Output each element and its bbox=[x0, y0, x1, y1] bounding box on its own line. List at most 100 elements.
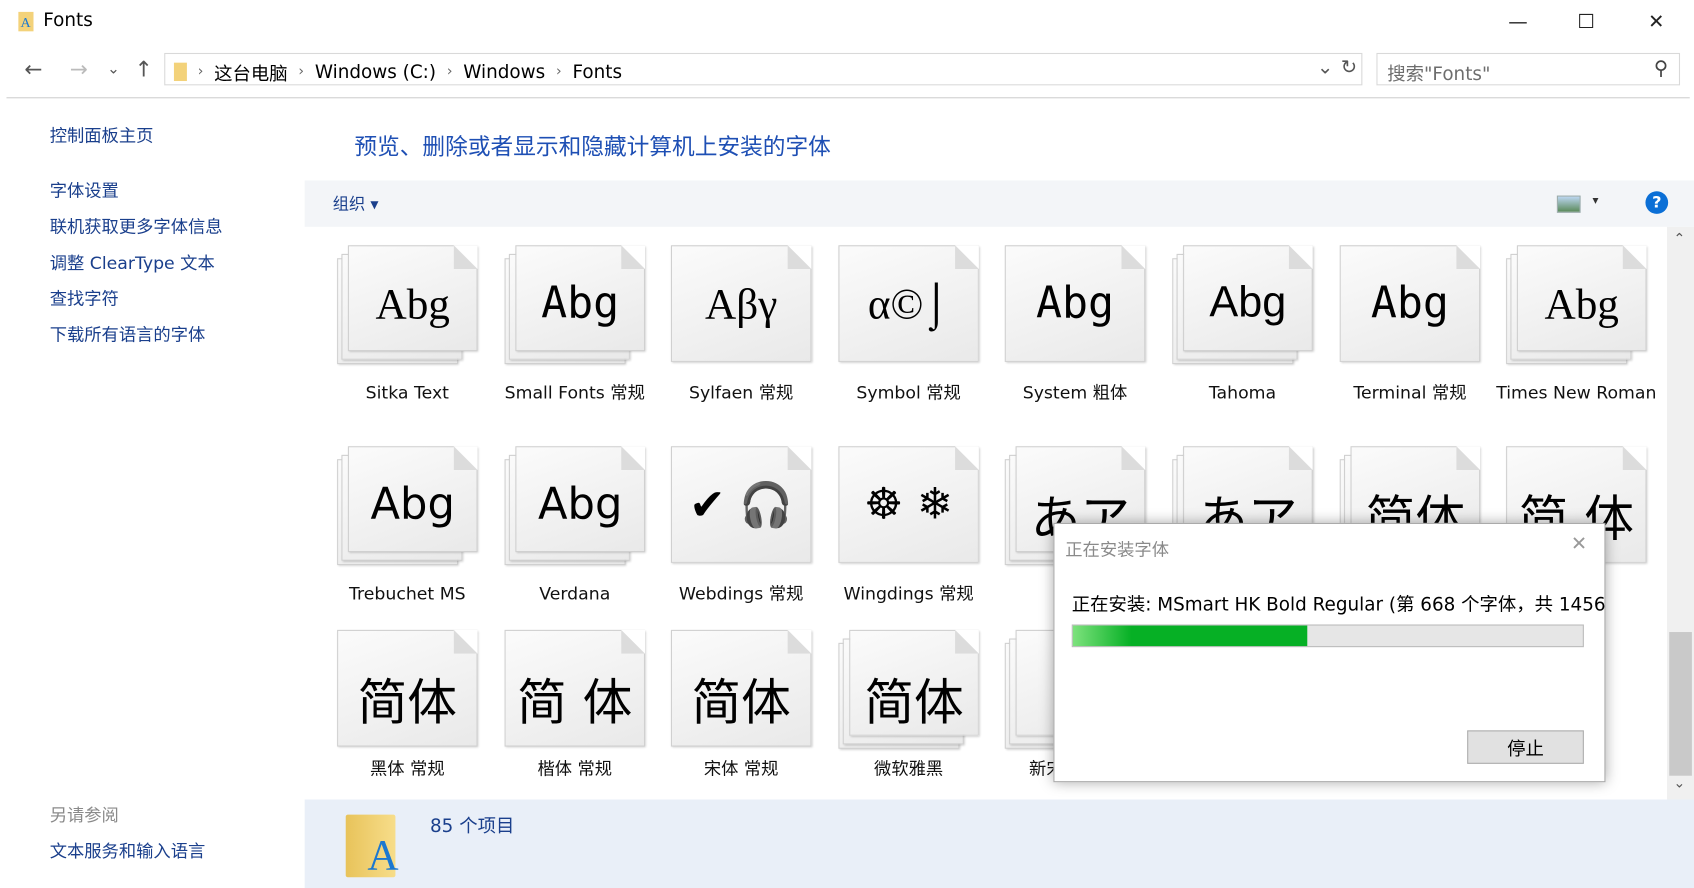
back-button[interactable]: ← bbox=[18, 54, 48, 84]
font-file-icon: Abg bbox=[504, 446, 645, 566]
font-preview-page: Abg bbox=[515, 446, 645, 553]
font-item[interactable]: 简 体楷体 常规 bbox=[492, 629, 658, 800]
fonts-folder-icon: A bbox=[18, 11, 34, 32]
refresh-button[interactable]: ↻ bbox=[1341, 56, 1357, 79]
page-fold bbox=[1288, 245, 1313, 270]
sidebar-item-download-all-fonts[interactable]: 下载所有语言的字体 bbox=[50, 320, 206, 346]
scroll-up-icon[interactable]: ⌃ bbox=[1674, 231, 1686, 247]
organize-menu[interactable]: 组织 ▾ bbox=[333, 192, 379, 215]
chevron-right-icon: › bbox=[298, 63, 305, 80]
font-name: Times New Roman bbox=[1496, 382, 1657, 403]
page-title: 预览、删除或者显示和隐藏计算机上安装的字体 bbox=[354, 133, 831, 160]
font-name: 微软雅黑 bbox=[874, 758, 944, 779]
font-sample: Abg bbox=[1209, 278, 1287, 327]
font-sample: ☸ ❄ bbox=[864, 479, 953, 530]
font-sample: 简体 bbox=[357, 673, 458, 732]
font-file-icon: Abg bbox=[337, 245, 478, 365]
font-item[interactable]: α©⌡ Symbol 常规 bbox=[825, 245, 991, 429]
search-icon[interactable]: ⚲ bbox=[1654, 57, 1668, 80]
chevron-right-icon: › bbox=[446, 63, 453, 80]
font-name: Sylfaen 常规 bbox=[688, 382, 794, 403]
dialog-close-button[interactable]: ✕ bbox=[1571, 533, 1587, 556]
font-sample: α©⌡ bbox=[867, 279, 950, 329]
font-name: Wingdings 常规 bbox=[843, 583, 974, 604]
font-preview-page: Abg bbox=[347, 245, 478, 352]
font-item[interactable]: ☸ ❄ Wingdings 常规 bbox=[825, 446, 991, 630]
command-bar: 组织 ▾ ▾ ? bbox=[304, 180, 1694, 227]
font-sample: 简体 bbox=[691, 673, 791, 732]
install-fonts-dialog: 正在安装字体 ✕ 正在安装: MSmart HK Bold Regular (第… bbox=[1053, 522, 1606, 783]
font-sample: Abg bbox=[537, 479, 623, 530]
vertical-scrollbar[interactable]: ⌃ ⌄ bbox=[1667, 226, 1694, 800]
page-fold bbox=[1121, 446, 1146, 470]
font-sample: Abg bbox=[370, 479, 455, 530]
page-fold bbox=[787, 629, 812, 654]
font-item[interactable]: 简体微软雅黑 bbox=[825, 629, 991, 800]
font-preview-page: Abg bbox=[515, 245, 645, 352]
font-preview-page: Abg bbox=[1004, 245, 1146, 362]
font-item[interactable]: Abg Tahoma bbox=[1159, 245, 1325, 429]
font-item[interactable]: Abg System 粗体 bbox=[992, 245, 1158, 429]
font-name: 宋体 常规 bbox=[703, 758, 779, 779]
maximize-button[interactable]: ☐ bbox=[1562, 6, 1610, 36]
see-also-heading: 另请参阅 bbox=[49, 804, 119, 826]
stop-button[interactable]: 停止 bbox=[1467, 730, 1584, 764]
scroll-down-icon[interactable]: ⌄ bbox=[1674, 776, 1686, 792]
sidebar-item-get-more-font-info[interactable]: 联机获取更多字体信息 bbox=[50, 212, 223, 238]
view-dropdown-button[interactable]: ▾ bbox=[1593, 193, 1599, 207]
font-item[interactable]: 简体 黑体 常规 bbox=[324, 629, 490, 800]
sidebar-item-control-panel-home[interactable]: 控制面板主页 bbox=[50, 121, 154, 147]
install-progress-bar bbox=[1071, 624, 1584, 648]
page-fold bbox=[955, 629, 979, 654]
up-button[interactable]: ↑ bbox=[129, 54, 159, 84]
chevron-right-icon: › bbox=[197, 63, 204, 80]
close-button[interactable]: ✕ bbox=[1632, 6, 1680, 36]
search-input[interactable]: 搜索"Fonts" ⚲ bbox=[1376, 52, 1681, 86]
font-name: Tahoma bbox=[1208, 382, 1277, 403]
sidebar-item-find-character[interactable]: 查找字符 bbox=[50, 284, 119, 310]
font-item[interactable]: 简体 宋体 常规 bbox=[658, 629, 824, 800]
font-item[interactable]: Abg Verdana bbox=[492, 446, 658, 630]
font-item[interactable]: Abg Times New Roman bbox=[1493, 245, 1659, 429]
font-file-icon: Aβγ bbox=[670, 245, 812, 362]
font-preview-page: 简体 bbox=[849, 629, 979, 736]
font-item[interactable]: ✔ 🎧 Webdings 常规 bbox=[658, 446, 824, 630]
scrollbar-thumb[interactable] bbox=[1669, 632, 1692, 776]
sidebar-item-adjust-cleartype[interactable]: 调整 ClearType 文本 bbox=[50, 248, 215, 274]
sidebar-item-font-settings[interactable]: 字体设置 bbox=[50, 176, 119, 202]
page-fold bbox=[955, 245, 979, 270]
recent-locations-button[interactable]: ⌄ bbox=[98, 54, 128, 84]
help-icon[interactable]: ? bbox=[1645, 191, 1669, 214]
breadcrumb-item[interactable]: 这台电脑 bbox=[214, 58, 287, 86]
font-item[interactable]: Abg Terminal 常规 bbox=[1327, 245, 1493, 429]
font-item[interactable]: Abg Sitka Text bbox=[324, 245, 490, 429]
font-sample: ✔ 🎧 bbox=[689, 480, 794, 531]
window-title: Fonts bbox=[43, 9, 93, 32]
view-icon[interactable] bbox=[1556, 195, 1581, 213]
font-preview-page: 简 体 bbox=[504, 629, 645, 747]
font-preview-page: Abg bbox=[1339, 245, 1481, 362]
font-item[interactable]: Abg Small Fonts 常规 bbox=[492, 245, 658, 429]
breadcrumb-item[interactable]: Windows bbox=[463, 61, 545, 83]
sidebar-item-text-services[interactable]: 文本服务和输入语言 bbox=[50, 836, 206, 862]
chevron-right-icon: › bbox=[556, 63, 562, 80]
font-item[interactable]: Aβγ Sylfaen 常规 bbox=[658, 245, 824, 429]
font-file-icon: Abg bbox=[1339, 245, 1481, 362]
breadcrumb-item[interactable]: Windows (C:) bbox=[315, 61, 436, 83]
address-dropdown-button[interactable]: ⌄ bbox=[1317, 56, 1333, 79]
address-bar[interactable]: › 这台电脑 › Windows (C:) › Windows › Fonts … bbox=[164, 52, 1363, 86]
font-file-icon: Abg bbox=[504, 245, 645, 365]
forward-button[interactable]: → bbox=[64, 54, 94, 84]
page-fold bbox=[1456, 446, 1481, 470]
font-file-icon: ☸ ❄ bbox=[838, 446, 979, 563]
minimize-button[interactable]: — bbox=[1494, 6, 1542, 36]
font-name: Trebuchet MS bbox=[349, 583, 466, 604]
font-file-icon: Abg bbox=[337, 446, 478, 566]
page-fold bbox=[1288, 446, 1313, 470]
divider bbox=[6, 97, 1690, 99]
font-item[interactable]: Abg Trebuchet MS bbox=[324, 446, 490, 630]
font-preview-page: Abg bbox=[347, 446, 478, 553]
breadcrumb-item[interactable]: Fonts bbox=[572, 61, 622, 83]
font-name: Webdings 常规 bbox=[678, 583, 804, 604]
font-file-icon: 简体 bbox=[337, 629, 478, 747]
